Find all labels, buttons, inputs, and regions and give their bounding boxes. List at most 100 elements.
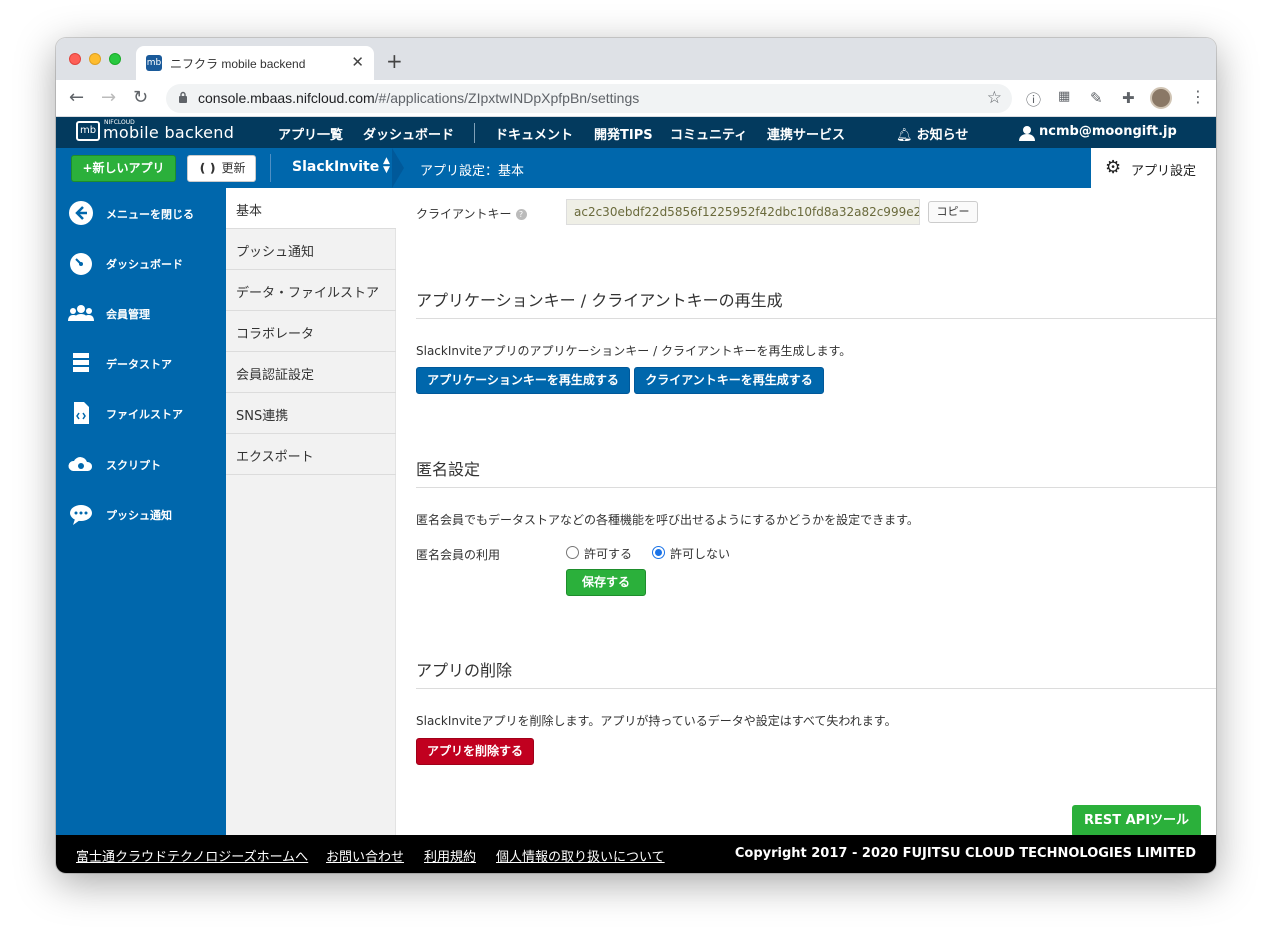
notifications-label: お知らせ <box>916 128 969 143</box>
nav-documents[interactable]: ドキュメント <box>495 124 573 143</box>
regen-description: SlackInviteアプリのアプリケーションキー / クライアントキーを再生成… <box>416 344 852 358</box>
tab-strip: mb ニフクラ mobile backend ✕ + <box>56 38 1216 80</box>
reload-icon[interactable]: ↻ <box>133 87 148 108</box>
maximize-window-button[interactable] <box>109 53 121 65</box>
profile-avatar[interactable] <box>1150 87 1172 109</box>
sidebar-label: プッシュ通知 <box>106 509 172 522</box>
nav-dev-tips[interactable]: 開発TIPS <box>594 124 653 143</box>
sidebar-label: ファイルストア <box>106 408 183 421</box>
nav-app-list[interactable]: アプリ一覧 <box>278 124 343 143</box>
anon-allow-radio[interactable] <box>566 546 579 559</box>
refresh-icon: ❪❫ <box>197 161 218 175</box>
sidebar-item-close-menu[interactable]: メニューを閉じる <box>56 192 226 232</box>
browser-menu-icon[interactable]: ⋮ <box>1190 87 1206 106</box>
app-toolbar: +新しいアプリ ❪❫ 更新 SlackInvite ▲ ▼ アプリ設定：基本 ⚙ … <box>56 148 1216 188</box>
chat-bubble-icon <box>70 505 92 525</box>
settings-submenu: 基本 プッシュ通知 データ・ファイルストア コラボレータ 会員認証設定 SNS連… <box>226 188 396 835</box>
app-header: mb NIFCLOUD mobile backend アプリ一覧 ダッシュボード… <box>56 117 1216 148</box>
sidebar-label: 会員管理 <box>106 308 150 321</box>
client-key-label: クライアントキー? <box>416 205 527 222</box>
delete-section-title: アプリの削除 <box>416 661 513 680</box>
database-icon <box>73 353 89 372</box>
submenu-item-data-file-store[interactable]: データ・ファイルストア <box>226 270 396 311</box>
sidebar-label: スクリプト <box>106 459 161 472</box>
regen-app-key-button[interactable]: アプリケーションキーを再生成する <box>416 367 630 394</box>
divider <box>416 487 1216 488</box>
footer-link-terms[interactable]: 利用規約 <box>424 846 476 865</box>
forward-icon[interactable]: → <box>101 87 116 108</box>
qr-code-icon[interactable]: ▦ <box>1058 89 1070 104</box>
new-app-button[interactable]: +新しいアプリ <box>71 155 176 182</box>
refresh-button[interactable]: ❪❫ 更新 <box>187 155 256 182</box>
regen-section-title: アプリケーションキー / クライアントキーの再生成 <box>416 291 783 310</box>
sidebar-item-dashboard[interactable]: ダッシュボード <box>56 242 226 282</box>
file-code-icon <box>74 402 89 424</box>
footer-link-home[interactable]: 富士通クラウドテクノロジーズホームへ <box>76 846 308 865</box>
user-account[interactable]: ncmb@moongift.jp <box>1039 124 1177 139</box>
main-content: クライアントキー? ac2c30ebdf22d5856f1225952f42db… <box>396 188 1216 837</box>
bell-icon: 🔔︎ <box>896 128 913 143</box>
nav-divider <box>474 123 475 143</box>
app-selector[interactable]: SlackInvite <box>292 159 379 175</box>
nav-integrations[interactable]: 連携サービス <box>767 124 845 143</box>
new-tab-icon[interactable]: + <box>386 49 403 73</box>
anon-deny-label[interactable]: 許可しない <box>670 545 730 562</box>
browser-window: mb ニフクラ mobile backend ✕ + ← → ↻ console… <box>56 38 1216 873</box>
app-settings-tab[interactable]: ⚙ アプリ設定 <box>1091 148 1216 188</box>
nav-dashboard[interactable]: ダッシュボード <box>363 124 454 143</box>
anon-allow-label[interactable]: 許可する <box>584 545 632 562</box>
anon-section-title: 匿名設定 <box>416 460 481 479</box>
back-icon[interactable]: ← <box>69 87 84 108</box>
sidebar-label: ダッシュボード <box>106 258 183 271</box>
submenu-item-push[interactable]: プッシュ通知 <box>226 229 396 270</box>
close-tab-icon[interactable]: ✕ <box>351 53 364 71</box>
notifications-link[interactable]: 🔔︎ お知らせ <box>896 124 968 143</box>
regen-client-key-button[interactable]: クライアントキーを再生成する <box>634 367 824 394</box>
footer-link-privacy[interactable]: 個人情報の取り扱いについて <box>496 846 665 865</box>
submenu-item-collaborator[interactable]: コラボレータ <box>226 311 396 352</box>
sidebar-item-users[interactable]: 会員管理 <box>56 292 226 332</box>
help-icon[interactable]: ? <box>515 209 527 220</box>
rest-api-tool-button[interactable]: REST APIツール <box>1072 805 1201 837</box>
user-icon <box>1019 126 1035 141</box>
submenu-item-export[interactable]: エクスポート <box>226 434 396 475</box>
app-settings-label: アプリ設定 <box>1131 164 1197 179</box>
logo-text[interactable]: mobile backend <box>103 123 234 142</box>
sidebar-item-script[interactable]: スクリプト <box>56 443 226 483</box>
sort-caret-icon[interactable]: ▲ ▼ <box>383 157 390 175</box>
submenu-item-member-auth[interactable]: 会員認証設定 <box>226 352 396 393</box>
logo-mark[interactable]: mb <box>76 121 100 141</box>
footer-link-contact[interactable]: お問い合わせ <box>326 846 404 865</box>
sidebar-label: メニューを閉じる <box>106 208 194 221</box>
eyedropper-extension-icon[interactable]: ✎ <box>1090 89 1103 107</box>
submenu-item-basic[interactable]: 基本 <box>226 188 396 229</box>
client-key-field[interactable]: ac2c30ebdf22d5856f1225952f42dbc10fd8a32a… <box>566 199 920 225</box>
sidebar-item-datastore[interactable]: データストア <box>56 342 226 382</box>
breadcrumb: アプリ設定：基本 <box>420 164 525 179</box>
save-button[interactable]: 保存する <box>566 569 646 596</box>
delete-app-button[interactable]: アプリを削除する <box>416 738 534 765</box>
minimize-window-button[interactable] <box>89 53 101 65</box>
arrow-left-circle-icon <box>69 201 93 225</box>
divider <box>416 318 1216 319</box>
address-bar[interactable]: console.mbaas.nifcloud.com/#/application… <box>166 84 1012 113</box>
browser-toolbar: ← → ↻ console.mbaas.nifcloud.com/#/appli… <box>56 80 1216 117</box>
toolbar-divider <box>270 154 271 182</box>
extension-info-icon[interactable]: ⓘ <box>1026 89 1041 110</box>
divider <box>416 688 1216 689</box>
lock-icon <box>179 91 187 103</box>
puzzle-extensions-icon[interactable]: ✚ <box>1122 89 1135 107</box>
sidebar-item-push[interactable]: プッシュ通知 <box>56 493 226 533</box>
gear-icon: ⚙ <box>1105 157 1122 178</box>
copy-button[interactable]: コピー <box>928 201 978 223</box>
bookmark-star-icon[interactable]: ☆ <box>987 88 1002 108</box>
nav-community[interactable]: コミュニティ <box>670 124 747 143</box>
refresh-label: 更新 <box>221 161 246 175</box>
close-window-button[interactable] <box>69 53 81 65</box>
sidebar-label: データストア <box>106 358 172 371</box>
submenu-item-sns[interactable]: SNS連携 <box>226 393 396 434</box>
anon-deny-radio[interactable] <box>652 546 665 559</box>
browser-tab[interactable]: mb ニフクラ mobile backend ✕ <box>136 46 374 80</box>
footer: 富士通クラウドテクノロジーズホームへ お問い合わせ 利用規約 個人情報の取り扱い… <box>56 835 1216 873</box>
sidebar-item-filestore[interactable]: ファイルストア <box>56 392 226 432</box>
